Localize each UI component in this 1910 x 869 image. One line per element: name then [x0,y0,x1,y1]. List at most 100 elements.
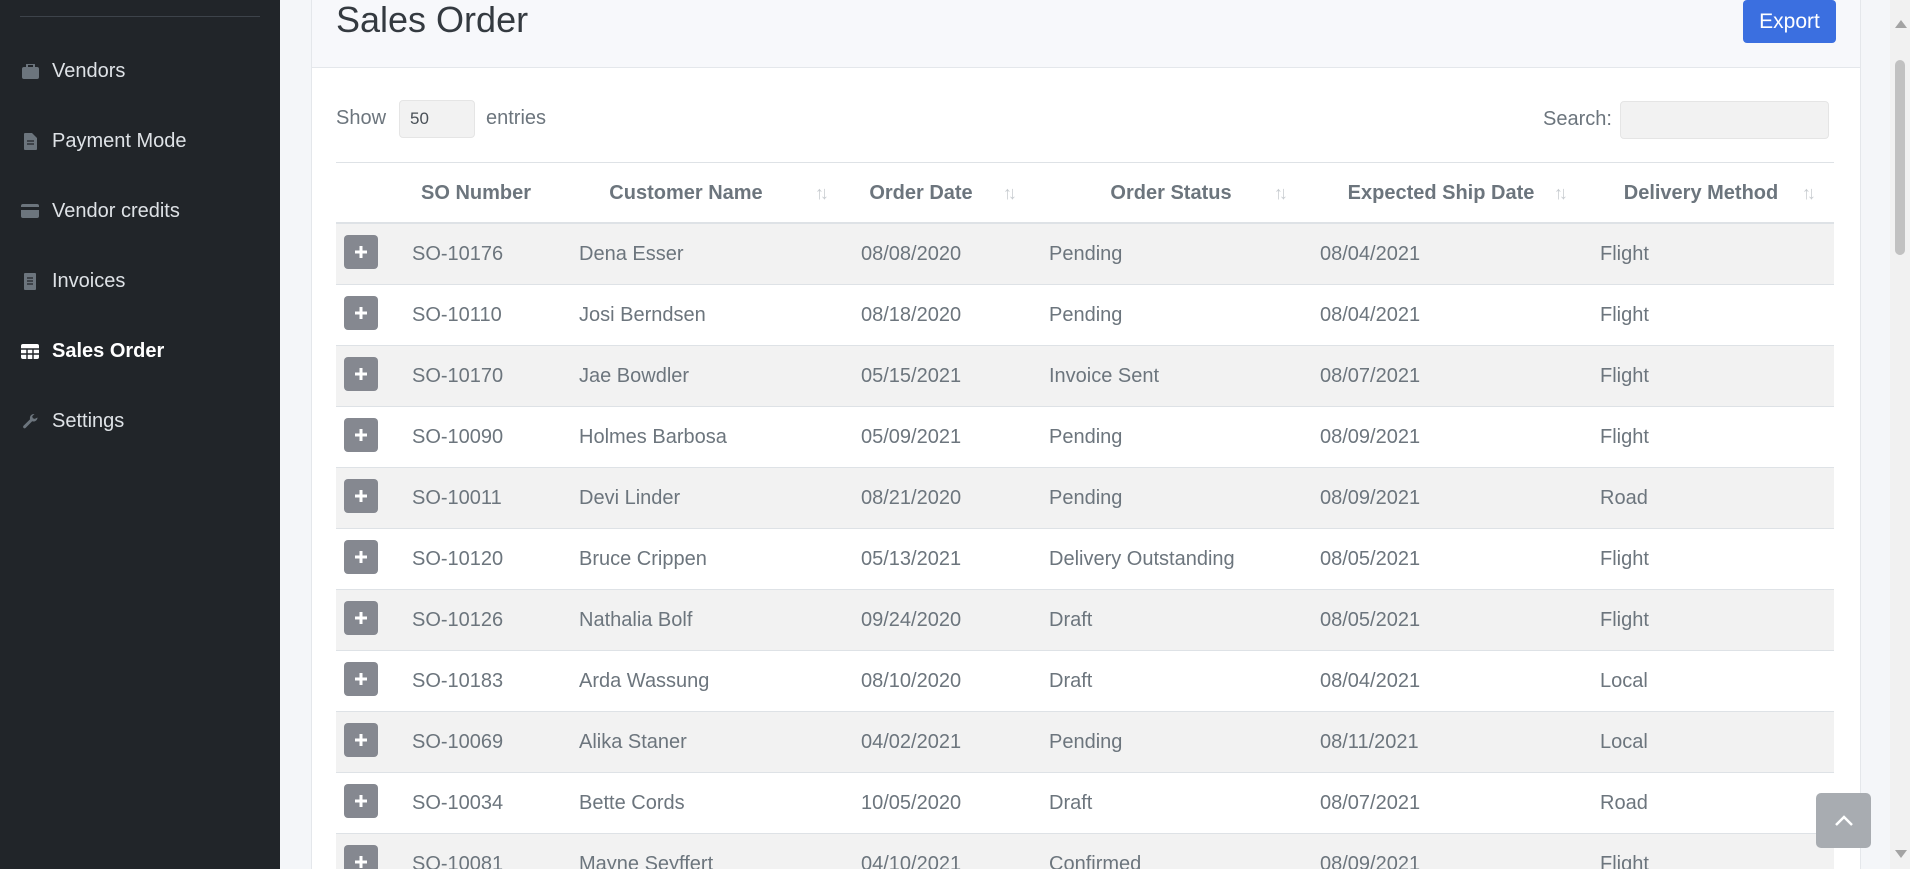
vertical-scrollbar[interactable] [1890,0,1910,869]
cell-customer-name: Jae Bowdler [579,364,690,387]
cell-expected-ship-date: 08/05/2021 [1320,547,1421,570]
cell-so-number: SO-10170 [412,364,504,387]
cell-delivery-method: Flight [1600,852,1649,869]
expand-row-button[interactable] [344,235,378,269]
cell-expected-ship-date: 08/11/2021 [1320,730,1419,753]
sort-icon[interactable]: ↑↓ [1554,183,1568,204]
cell-order-date: 04/10/2021 [861,852,962,869]
table-row[interactable]: SO-10011 Devi Linder 08/21/2020 Pending … [336,468,1834,529]
cell-expected-ship-date: 08/09/2021 [1320,486,1421,509]
column-header-customer-name[interactable]: Customer Name [566,163,806,223]
sidebar-item-label: Invoices [52,269,126,292]
cell-expected-ship-date: 08/04/2021 [1320,242,1421,265]
plus-icon [355,856,367,868]
sort-icon[interactable]: ↑↓ [1274,183,1288,204]
file-icon [21,132,39,150]
scroll-down-arrow-icon[interactable] [1895,850,1907,858]
cell-order-status: Delivery Outstanding [1049,547,1235,570]
column-header-so-number[interactable]: SO Number [396,163,556,223]
sidebar-item-vendors[interactable]: Vendors [0,48,280,94]
table-row[interactable]: SO-10110 Josi Berndsen 08/18/2020 Pendin… [336,285,1834,346]
receipt-icon [21,272,39,290]
expand-row-button[interactable] [344,540,378,574]
cell-expected-ship-date: 08/07/2021 [1320,791,1421,814]
search-input[interactable] [1620,101,1829,139]
cell-customer-name: Bruce Crippen [579,547,707,570]
table-row[interactable]: SO-10126 Nathalia Bolf 09/24/2020 Draft … [336,590,1834,651]
cell-order-date: 05/09/2021 [861,425,962,448]
cell-delivery-method: Flight [1600,547,1649,570]
cell-expected-ship-date: 08/07/2021 [1320,364,1421,387]
entries-label: entries [486,107,547,129]
plus-icon [355,429,367,441]
briefcase-icon [21,62,39,80]
sidebar-item-label: Vendors [52,59,126,82]
expand-row-button[interactable] [344,845,378,869]
expand-row-button[interactable] [344,418,378,452]
cell-order-date: 10/05/2020 [861,791,962,814]
wrench-icon [21,412,39,430]
sort-icon[interactable]: ↑↓ [1802,183,1816,204]
cell-customer-name: Mayne Seyffert [579,852,714,869]
entries-select[interactable]: 50 [399,100,475,138]
table-icon [21,342,39,360]
scrollbar-thumb[interactable] [1895,60,1905,255]
column-header-label: Customer Name [609,181,763,204]
sidebar-item-label: Vendor credits [52,199,180,222]
sidebar-item-label: Payment Mode [52,129,187,152]
cell-order-status: Pending [1049,486,1123,509]
sidebar-item-sales-order[interactable]: Sales Order [0,328,280,374]
expand-row-button[interactable] [344,479,378,513]
column-header-order-status[interactable]: Order Status [1056,163,1286,223]
expand-row-button[interactable] [344,784,378,818]
cell-expected-ship-date: 08/09/2021 [1320,425,1421,448]
cell-order-status: Confirmed [1049,852,1142,869]
export-button[interactable]: Export [1743,0,1836,43]
cell-order-status: Pending [1049,425,1123,448]
sidebar-item-payment-mode[interactable]: Payment Mode [0,118,280,164]
cell-delivery-method: Flight [1600,425,1649,448]
table-row[interactable]: SO-10120 Bruce Crippen 05/13/2021 Delive… [336,529,1834,590]
scroll-up-arrow-icon[interactable] [1895,20,1907,28]
cell-customer-name: Devi Linder [579,486,681,509]
plus-icon [355,490,367,502]
cell-so-number: SO-10090 [412,425,504,448]
cell-customer-name: Dena Esser [579,242,684,265]
cell-order-date: 08/21/2020 [861,486,962,509]
sidebar-item-invoices[interactable]: Invoices [0,258,280,304]
table-row[interactable]: SO-10069 Alika Staner 04/02/2021 Pending… [336,712,1834,773]
cell-expected-ship-date: 08/04/2021 [1320,303,1421,326]
expand-row-button[interactable] [344,601,378,635]
plus-icon [355,368,367,380]
column-header-expected-ship-date[interactable]: Expected Ship Date [1311,163,1571,223]
back-to-top-button[interactable] [1816,793,1871,848]
column-header-order-date[interactable]: Order Date [846,163,996,223]
table-row[interactable]: SO-10170 Jae Bowdler 05/15/2021 Invoice … [336,346,1834,407]
cell-order-status: Draft [1049,669,1093,692]
expand-row-button[interactable] [344,723,378,757]
table-row[interactable]: SO-10081 Mayne Seyffert 04/10/2021 Confi… [336,834,1834,869]
plus-icon [355,734,367,746]
expand-row-button[interactable] [344,662,378,696]
sort-icon[interactable]: ↑↓ [1003,183,1017,204]
sidebar-item-vendor-credits[interactable]: Vendor credits [0,188,280,234]
expand-row-button[interactable] [344,296,378,330]
expand-row-button[interactable] [344,357,378,391]
column-header-delivery-method[interactable]: Delivery Method [1586,163,1816,223]
plus-icon [355,551,367,563]
cell-order-date: 05/15/2021 [861,364,962,387]
table-row[interactable]: SO-10183 Arda Wassung 08/10/2020 Draft 0… [336,651,1834,712]
sidebar-item-label: Settings [52,409,125,432]
table-row[interactable]: SO-10176 Dena Esser 08/08/2020 Pending 0… [336,224,1834,285]
plus-icon [355,612,367,624]
cell-so-number: SO-10176 [412,242,504,265]
cell-customer-name: Josi Berndsen [579,303,706,326]
cell-order-status: Draft [1049,791,1093,814]
table-row[interactable]: SO-10034 Bette Cords 10/05/2020 Draft 08… [336,773,1834,834]
table-row[interactable]: SO-10090 Holmes Barbosa 05/09/2021 Pendi… [336,407,1834,468]
cell-delivery-method: Local [1600,669,1648,692]
cell-so-number: SO-10011 [412,486,502,509]
sort-icon[interactable]: ↑↓ [815,183,829,204]
plus-icon [355,246,367,258]
sidebar-item-settings[interactable]: Settings [0,398,280,444]
